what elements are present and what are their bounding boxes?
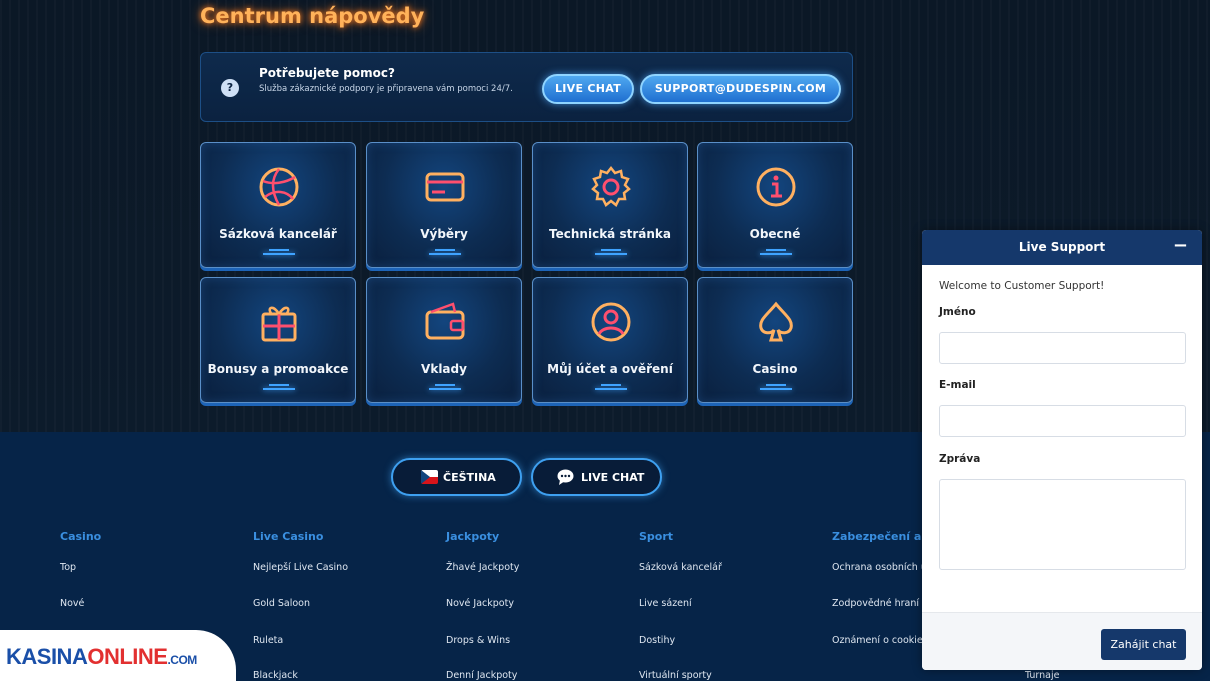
category-label: Casino <box>752 362 798 376</box>
tile-indicator <box>760 384 792 390</box>
category-tile-withdrawals[interactable]: Výběry <box>366 142 522 268</box>
footer-heading-security: Zabezpečení a s <box>832 530 932 543</box>
credit-card-icon <box>425 172 465 202</box>
footer-link[interactable]: Turnaje <box>1025 670 1059 681</box>
footer-link[interactable]: Dostihy <box>639 635 675 646</box>
tile-indicator <box>429 384 461 390</box>
category-label: Bonusy a promoakce <box>207 362 349 376</box>
language-label: ČEŠTINA <box>443 471 496 484</box>
footer-link[interactable]: Žhavé Jackpoty <box>446 562 519 573</box>
name-label: Jméno <box>939 306 976 318</box>
tile-indicator <box>429 249 461 255</box>
footer-heading-sport: Sport <box>639 530 674 543</box>
footer-heading-casino: Casino <box>60 530 102 543</box>
volleyball-icon <box>259 167 299 207</box>
category-tile-bonuses[interactable]: Bonusy a promoakce <box>200 277 356 403</box>
chat-header: Live Support − <box>922 230 1202 265</box>
category-label: Můj účet a ověření <box>547 362 673 376</box>
footer-link[interactable]: Top <box>60 562 76 573</box>
category-label: Obecné <box>749 227 801 241</box>
page-title: Centrum nápovědy <box>200 4 425 28</box>
footer-heading-live-casino: Live Casino <box>253 530 324 543</box>
footer-link[interactable]: Live sázení <box>639 598 692 609</box>
footer-live-chat-button[interactable]: LIVE CHAT <box>531 458 662 496</box>
email-field[interactable] <box>939 405 1186 437</box>
category-tile-sports-betting[interactable]: Sázková kancelář <box>200 142 356 268</box>
email-label: E-mail <box>939 379 976 391</box>
czech-flag-icon <box>421 470 438 484</box>
kasinaonline-logo: KASINAONLINE.COM <box>0 630 236 681</box>
footer-link[interactable]: Ruleta <box>253 635 283 646</box>
logo-wordmark: KASINAONLINE.COM <box>6 644 197 669</box>
footer-link[interactable]: Oznámení o cookie <box>832 635 923 646</box>
footer-link[interactable]: Ochrana osobních ú <box>832 562 927 573</box>
language-button[interactable]: ČEŠTINA <box>391 458 522 496</box>
footer-link[interactable]: Nové <box>60 598 84 609</box>
chat-title: Live Support <box>1018 240 1106 254</box>
help-description: Služba zákaznické podpory je připravena … <box>259 84 513 94</box>
chat-footer: Zahájit chat <box>922 612 1202 670</box>
tile-indicator <box>263 384 295 390</box>
category-tile-general[interactable]: Obecné <box>697 142 853 268</box>
footer-link[interactable]: Virtuální sporty <box>639 670 712 681</box>
category-tile-technical[interactable]: Technická stránka <box>532 142 688 268</box>
help-banner: ? Potřebujete pomoc? Služba zákaznické p… <box>200 52 853 122</box>
footer-link[interactable]: Blackjack <box>253 670 298 681</box>
question-icon: ? <box>221 79 239 97</box>
live-chat-button[interactable]: LIVE CHAT <box>542 74 634 104</box>
category-label: Vklady <box>421 362 467 376</box>
support-email-button[interactable]: SUPPORT@DUDESPIN.COM <box>640 74 841 104</box>
tile-indicator <box>263 249 295 255</box>
footer-link[interactable]: Nové Jackpoty <box>446 598 514 609</box>
footer-link[interactable]: Sázková kancelář <box>639 562 722 573</box>
category-label: Výběry <box>420 227 468 241</box>
category-tile-deposits[interactable]: Vklady <box>366 277 522 403</box>
tile-indicator <box>760 249 792 255</box>
footer-link[interactable]: Denní Jackpoty <box>446 670 517 681</box>
spade-icon <box>759 301 793 342</box>
footer-link[interactable]: Drops & Wins <box>446 635 510 646</box>
chat-bubble-icon <box>557 469 574 485</box>
footer-link[interactable]: Zodpovědné hraní <box>832 598 919 609</box>
tile-indicator <box>595 249 627 255</box>
category-tile-casino[interactable]: Casino <box>697 277 853 403</box>
message-field[interactable] <box>939 479 1186 570</box>
wallet-icon <box>425 302 465 340</box>
footer-link[interactable]: Gold Saloon <box>253 598 310 609</box>
name-field[interactable] <box>939 332 1186 364</box>
minimize-icon[interactable]: − <box>1173 235 1188 256</box>
chat-welcome-text: Welcome to Customer Support! <box>939 280 1105 292</box>
category-label: Sázková kancelář <box>219 227 337 241</box>
message-label: Zpráva <box>939 453 981 465</box>
category-label: Technická stránka <box>549 227 671 241</box>
gear-icon <box>591 165 631 207</box>
tile-indicator <box>595 384 627 390</box>
gift-icon <box>261 306 297 342</box>
footer-live-chat-label: LIVE CHAT <box>581 471 645 484</box>
category-tile-account[interactable]: Můj účet a ověření <box>532 277 688 403</box>
start-chat-button[interactable]: Zahájit chat <box>1101 629 1186 660</box>
user-icon <box>591 302 631 342</box>
info-icon <box>756 167 796 207</box>
footer-heading-jackpots: Jackpoty <box>446 530 500 543</box>
footer-link[interactable]: Nejlepší Live Casino <box>253 562 348 573</box>
live-support-widget: Live Support − Welcome to Customer Suppo… <box>922 230 1202 670</box>
help-title: Potřebujete pomoc? <box>259 66 395 80</box>
